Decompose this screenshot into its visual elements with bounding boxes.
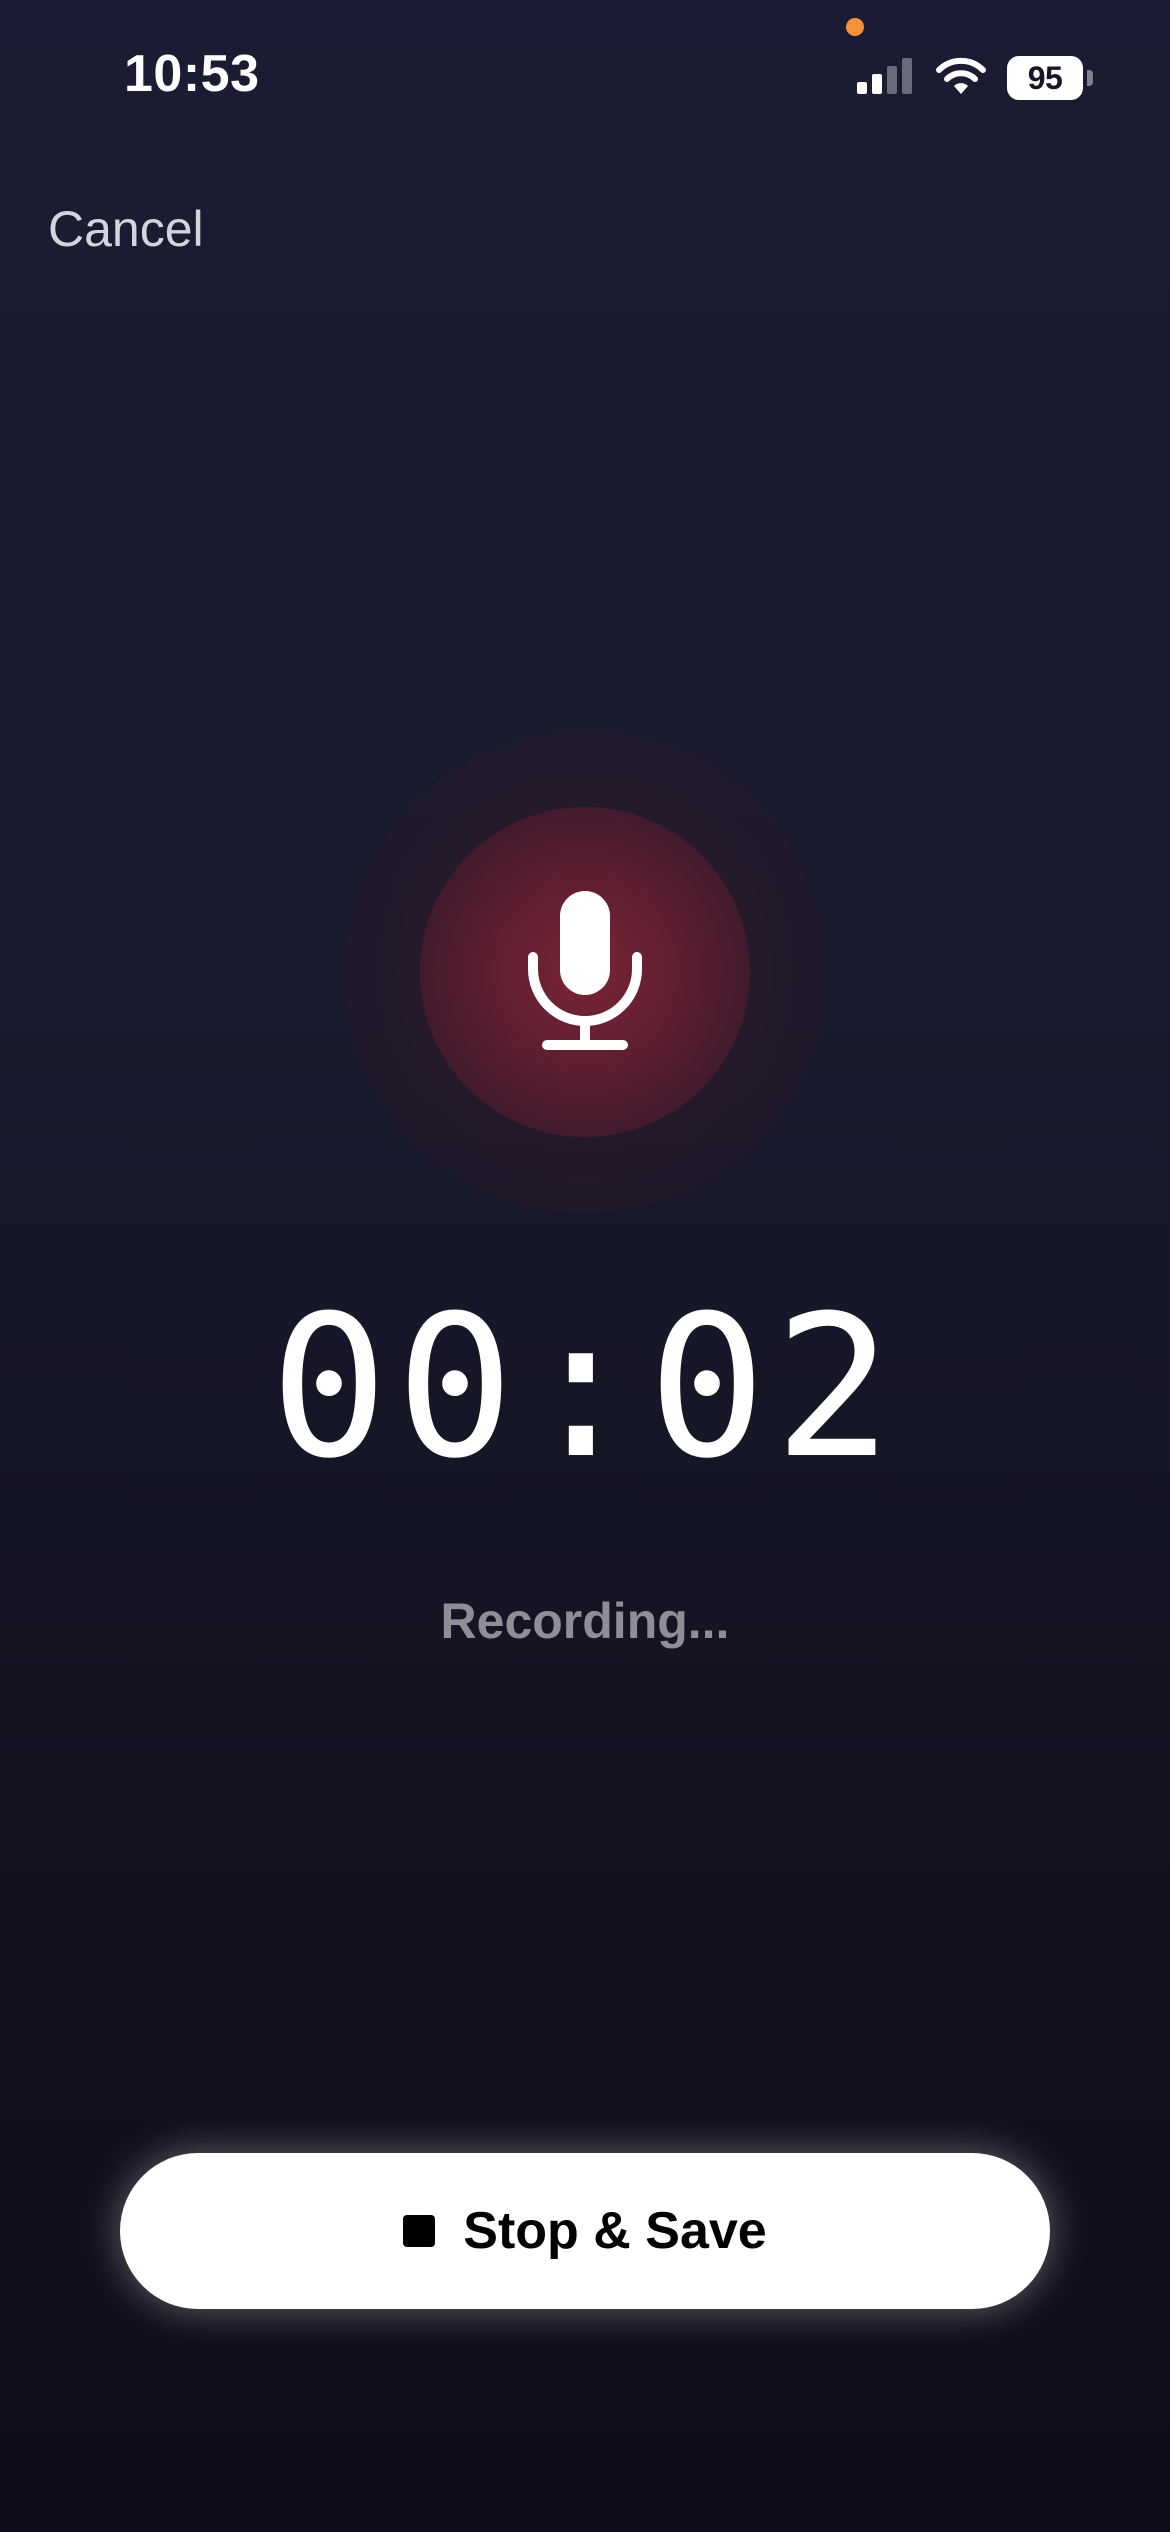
recording-status: Recording... bbox=[440, 1593, 730, 1649]
mic-circle bbox=[420, 807, 750, 1137]
cancel-button[interactable]: Cancel bbox=[48, 200, 204, 258]
stop-save-label: Stop & Save bbox=[463, 2202, 767, 2260]
cellular-signal-icon bbox=[857, 58, 912, 94]
wifi-icon bbox=[936, 57, 986, 94]
battery-level: 95 bbox=[1027, 59, 1063, 96]
status-bar: 10:53 95 bbox=[0, 0, 1170, 150]
stop-save-button[interactable]: Stop & Save bbox=[120, 2153, 1050, 2309]
battery-tip bbox=[1087, 70, 1093, 86]
privacy-indicator-dot bbox=[846, 18, 864, 36]
microphone-icon bbox=[528, 891, 642, 1050]
status-time: 10:53 bbox=[124, 45, 260, 103]
recording-timer: 00:02 bbox=[269, 1274, 900, 1502]
stop-icon bbox=[403, 2215, 436, 2247]
battery-icon: 95 bbox=[1007, 56, 1093, 100]
battery-body: 95 bbox=[1007, 56, 1083, 100]
